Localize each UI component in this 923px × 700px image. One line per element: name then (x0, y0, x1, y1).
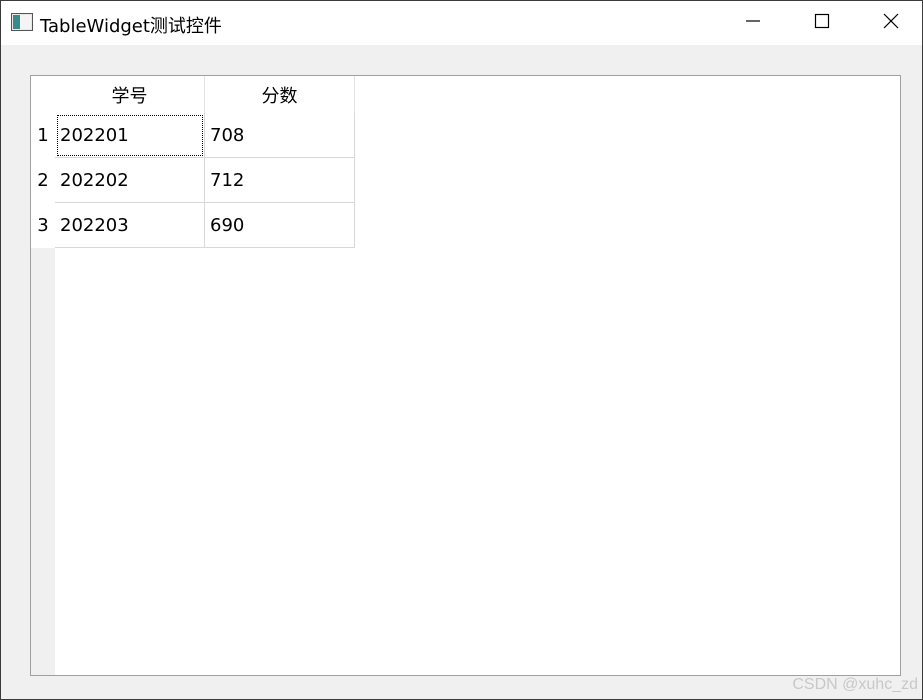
table-cell[interactable]: 708 (205, 113, 355, 158)
row-header-3[interactable]: 3 (31, 203, 55, 248)
minimize-icon (745, 13, 761, 33)
row-header-2[interactable]: 2 (31, 158, 55, 203)
table-cell[interactable]: 202202 (55, 158, 205, 203)
table-cell[interactable]: 202201 (55, 113, 205, 158)
table-widget[interactable]: 学号 分数 1 2 3 202201 708 202202 712 202203… (30, 75, 901, 676)
maximize-icon (814, 13, 830, 33)
maximize-button[interactable] (787, 1, 857, 45)
window-app-icon (11, 13, 33, 31)
table-cell[interactable]: 202203 (55, 203, 205, 248)
table-cell[interactable]: 712 (205, 158, 355, 203)
close-icon (883, 13, 899, 33)
table-cell[interactable]: 690 (205, 203, 355, 248)
row-header-1[interactable]: 1 (31, 113, 55, 158)
window-title: TableWidget测试控件 (40, 16, 222, 37)
watermark-text: CSDN @xuhc_zd (792, 676, 918, 693)
main-window: TableWidget测试控件 学号 分数 1 2 3 202201 708 2… (0, 0, 923, 700)
table-corner-button[interactable] (31, 76, 55, 113)
minimize-button[interactable] (718, 1, 788, 45)
title-bar[interactable]: TableWidget测试控件 (1, 1, 922, 45)
close-button[interactable] (856, 1, 923, 45)
column-header-score[interactable]: 分数 (205, 76, 355, 113)
column-header-student-id[interactable]: 学号 (55, 76, 205, 113)
